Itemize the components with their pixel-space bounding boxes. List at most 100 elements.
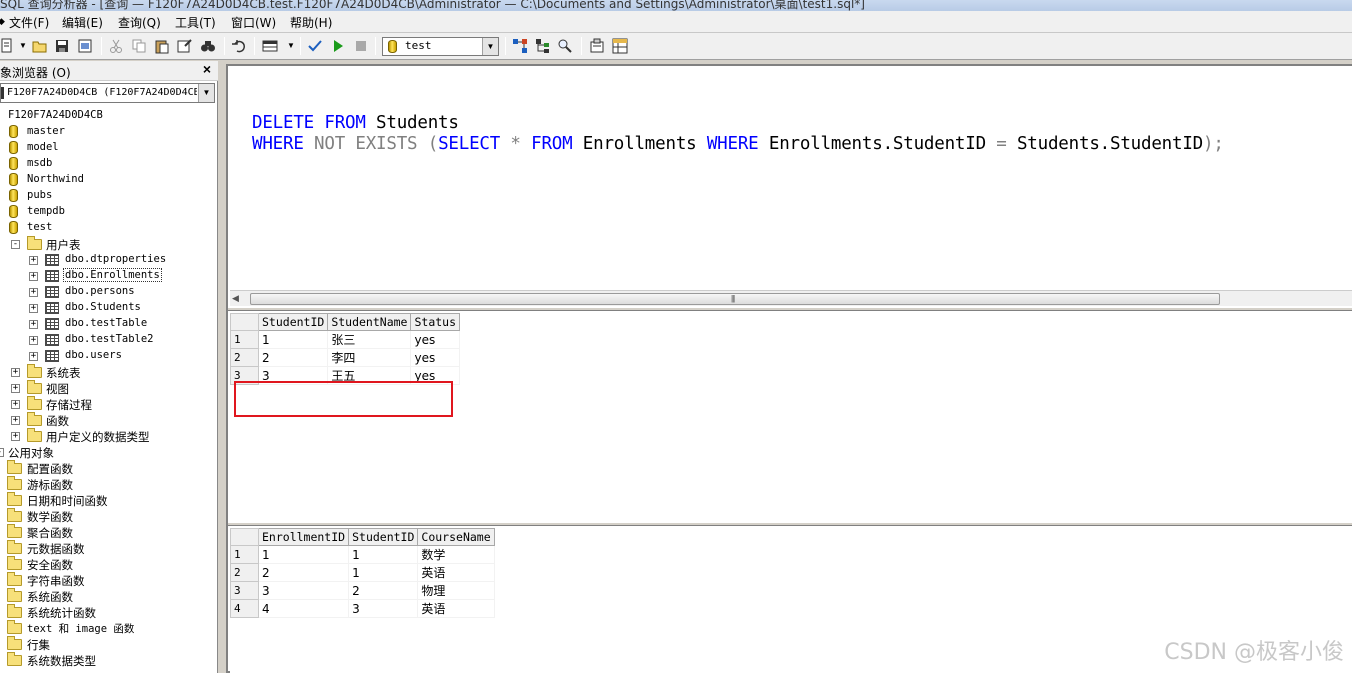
column-header[interactable]: StudentID [348,528,419,546]
grid-corner[interactable] [230,313,259,331]
tree-item-common[interactable]: 配置函数 [0,460,218,476]
cell[interactable]: 数学 [417,545,495,564]
server-select[interactable]: F120F7A24D0D4CB (F120F7A24D0D4CB\Adminis… [0,83,215,103]
menu-help[interactable]: 帮助(H) [290,14,332,31]
object-search-icon[interactable] [557,38,573,54]
editor-horizontal-scrollbar[interactable]: ◀ ||| [230,290,1352,306]
tree-item-db-northwind[interactable]: Northwind [0,172,218,188]
table-row[interactable]: 2 2 1 英语 [230,563,495,582]
scrollbar-thumb[interactable]: ||| [250,293,1220,305]
tree-item-server[interactable]: F120F7A24D0D4CB [0,108,218,124]
copy-icon[interactable] [131,38,147,54]
save-icon[interactable] [54,38,70,54]
column-header[interactable]: EnrollmentID [257,528,350,546]
new-dropdown-icon[interactable]: ▼ [19,41,27,50]
tree-item-table[interactable]: + dbo.persons [0,284,218,300]
clear-window-icon[interactable] [177,38,193,54]
cell[interactable]: 1 [348,563,419,582]
row-number[interactable]: 3 [230,581,259,600]
cell[interactable]: 1 [258,545,350,564]
tree-item-common[interactable]: 行集 [0,636,218,652]
tree-item-db-pubs[interactable]: pubs [0,188,218,204]
new-query-icon[interactable] [0,38,16,54]
tree-item-db-model[interactable]: model [0,140,218,156]
sql-editor[interactable]: DELETE FROM Students WHERE NOT EXISTS (S… [228,66,1352,289]
menu-edit[interactable]: 编辑(E) [62,14,103,31]
menu-file[interactable]: 文件(F) [9,14,49,31]
column-header[interactable]: Status [410,313,461,331]
table-row[interactable]: 1 1 张三 yes [230,330,461,349]
cell[interactable]: 4 [258,599,350,618]
expand-icon[interactable]: + [29,304,38,313]
tree-item-common[interactable]: 安全函数 [0,556,218,572]
tree-item-db-tempdb[interactable]: tempdb [0,204,218,220]
cell[interactable]: 英语 [417,599,495,618]
tree-item-stored-procedures[interactable]: + 存储过程 [0,396,218,412]
tree-item-common-objects[interactable]: - 公用对象 [0,444,218,460]
expand-icon[interactable]: + [11,368,20,377]
expand-icon[interactable]: + [11,432,20,441]
cell[interactable]: 李四 [327,348,412,367]
column-header[interactable]: StudentName [327,313,412,331]
tree-item-common[interactable]: 系统函数 [0,588,218,604]
expand-icon[interactable]: + [11,384,20,393]
collapse-icon[interactable]: - [11,240,20,249]
undo-icon[interactable] [231,38,247,54]
cell[interactable]: 物理 [417,581,495,600]
cell[interactable]: 1 [258,330,329,349]
execute-query-icon[interactable] [330,38,346,54]
tree-item-common[interactable]: 数学函数 [0,508,218,524]
row-number[interactable]: 2 [230,563,259,582]
column-header[interactable]: StudentID [257,313,329,331]
tree-item-common[interactable]: 日期和时间函数 [0,492,218,508]
results-grid-icon[interactable] [262,38,278,54]
tree-item-table[interactable]: + dbo.users [0,348,218,364]
table-row[interactable]: 1 1 1 数学 [230,545,495,564]
paste-icon[interactable] [154,38,170,54]
chevron-down-icon[interactable]: ▼ [482,38,498,55]
app-menu-icon[interactable]: ◆ [0,17,5,27]
results-mode-dropdown-icon[interactable]: ▼ [287,41,295,50]
tree-item-system-tables[interactable]: + 系统表 [0,364,218,380]
tree-item-table-selected[interactable]: + dbo.Enrollments [0,268,218,284]
cell[interactable]: 1 [348,545,419,564]
menu-tools[interactable]: 工具(T) [175,14,216,31]
cell[interactable]: 2 [348,581,419,600]
column-header[interactable]: CourseName [417,528,495,546]
cut-icon[interactable] [108,38,124,54]
grid-corner[interactable] [230,528,259,546]
table-row[interactable]: 3 3 2 物理 [230,581,495,600]
expand-icon[interactable]: + [29,336,38,345]
tree-item-db-master[interactable]: master [0,124,218,140]
object-browser-icon[interactable] [535,38,551,54]
show-results-pane-icon[interactable] [612,38,628,54]
tree-item-common[interactable]: 元数据函数 [0,540,218,556]
expand-icon[interactable]: + [29,352,38,361]
tree-item-table[interactable]: + dbo.testTable [0,316,218,332]
close-icon[interactable]: × [200,62,214,76]
tree-item-common[interactable]: 系统数据类型 [0,652,218,668]
row-number[interactable]: 2 [230,348,259,367]
current-connection-properties-icon[interactable] [589,38,605,54]
cell[interactable]: 英语 [417,563,495,582]
expand-icon[interactable]: + [29,256,38,265]
database-select[interactable]: test ▼ [382,37,499,56]
results-splitter[interactable] [228,522,1352,526]
table-row[interactable]: 4 4 3 英语 [230,599,495,618]
menu-query[interactable]: 查询(Q) [118,14,161,31]
tree-item-common[interactable]: 游标函数 [0,476,218,492]
row-number[interactable]: 1 [230,545,259,564]
expand-icon[interactable]: + [29,272,38,281]
tree-item-user-tables[interactable]: - 用户表 [0,236,218,252]
expand-icon[interactable]: + [29,320,38,329]
tree-item-table[interactable]: + dbo.Students [0,300,218,316]
row-number[interactable]: 4 [230,599,259,618]
tree-item-db-msdb[interactable]: msdb [0,156,218,172]
tree-item-db-test[interactable]: test [0,220,218,236]
tree-item-table[interactable]: + dbo.testTable2 [0,332,218,348]
expand-icon[interactable]: + [11,400,20,409]
tree-item-common[interactable]: 聚合函数 [0,524,218,540]
cell[interactable]: 3 [258,581,350,600]
chevron-down-icon[interactable]: ▼ [198,84,214,102]
open-folder-icon[interactable] [32,38,48,54]
